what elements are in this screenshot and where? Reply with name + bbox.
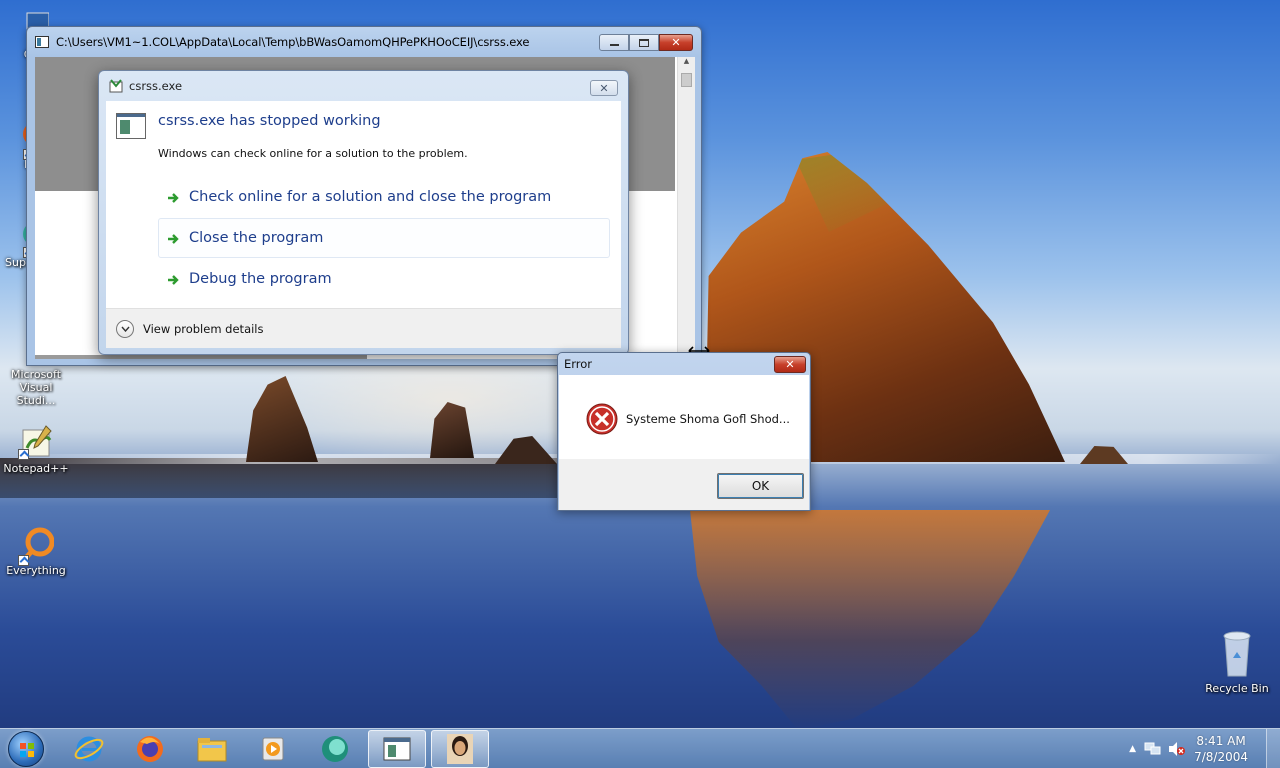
show-desktop-button[interactable] — [1266, 729, 1280, 768]
taskbar-firefox[interactable] — [121, 730, 179, 768]
console-title: C:\Users\VM1~1.COL\AppData\Local\Temp\bB… — [56, 35, 530, 49]
dialog-footer: View problem details — [106, 308, 621, 348]
dialog-heading: csrss.exe has stopped working — [158, 113, 381, 129]
close-button[interactable]: ✕ — [659, 34, 693, 51]
option-label: Check online for a solution and close th… — [189, 189, 552, 205]
minimize-button[interactable] — [599, 34, 629, 51]
stopped-working-dialog[interactable]: csrss.exe ✕ csrss.exe has stopped workin… — [98, 70, 629, 355]
chevron-down-icon[interactable] — [116, 319, 134, 338]
error-dialog-body: Systeme Shoma Gofl Shod... — [559, 375, 809, 459]
vertical-scrollbar[interactable]: ▲ — [677, 57, 695, 359]
desktop-icon-label: Notepad++ — [3, 462, 69, 475]
wer-app-icon — [109, 79, 123, 93]
taskbar: ▲ 8:41 AM 7/8/2004 — [0, 728, 1280, 768]
start-button[interactable] — [4, 730, 48, 768]
scroll-thumb[interactable] — [681, 73, 692, 87]
firefox-icon — [137, 736, 163, 762]
taskbar-console-window[interactable] — [368, 730, 426, 768]
taskbar-file-explorer[interactable] — [183, 730, 241, 768]
clock-time: 8:41 AM — [1196, 734, 1246, 748]
arrow-right-icon — [168, 193, 179, 203]
option-label: Close the program — [189, 230, 324, 246]
explorer-folder-icon — [197, 738, 227, 762]
desktop-icon-recycle-bin[interactable]: Recycle Bin — [1200, 630, 1274, 695]
debug-program-option[interactable]: Debug the program — [158, 259, 610, 299]
scroll-up-icon[interactable]: ▲ — [678, 57, 695, 71]
show-hidden-icons-icon[interactable]: ▲ — [1129, 744, 1136, 754]
arrow-right-icon — [168, 275, 179, 285]
everything-search-icon — [18, 526, 55, 566]
wallpaper-rock-reflection — [690, 510, 1050, 730]
option-label: Debug the program — [189, 271, 332, 287]
close-program-option[interactable]: Close the program — [158, 218, 610, 258]
taskbar-chat-app[interactable] — [306, 730, 364, 768]
chat-app-icon — [322, 736, 348, 762]
close-icon: ✕ — [671, 36, 681, 49]
internet-explorer-icon — [74, 736, 104, 762]
maximize-icon — [639, 38, 649, 47]
desktop-icon-label: Recycle Bin — [1205, 682, 1269, 695]
horizontal-scrollbar[interactable] — [35, 355, 367, 359]
recycle-bin-icon — [1219, 630, 1255, 680]
taskbar-internet-explorer[interactable] — [60, 730, 118, 768]
check-online-option[interactable]: Check online for a solution and close th… — [158, 177, 610, 217]
arrow-right-icon — [168, 234, 179, 244]
close-icon: ✕ — [599, 81, 609, 95]
taskbar-clock[interactable]: 8:41 AM 7/8/2004 — [1194, 733, 1248, 765]
taskbar-media-player[interactable] — [244, 730, 302, 768]
ok-button[interactable]: OK — [717, 473, 804, 499]
desktop-icon-everything[interactable]: Everything — [0, 526, 73, 577]
console-app-icon — [383, 737, 411, 761]
dialog-body: csrss.exe has stopped working Windows ca… — [106, 101, 621, 348]
close-icon: ✕ — [785, 358, 795, 371]
error-message: Systeme Shoma Gofl Shod... — [626, 412, 790, 426]
error-close-button[interactable]: ✕ — [774, 356, 806, 373]
wallpaper-beach — [0, 458, 560, 498]
minimize-icon — [609, 44, 619, 46]
windows-logo-icon — [8, 731, 44, 767]
program-icon — [116, 113, 146, 139]
notepad-plus-plus-icon — [18, 424, 54, 460]
error-icon — [586, 403, 618, 435]
dialog-titlebar[interactable]: csrss.exe — [99, 71, 628, 101]
user-photo-icon — [447, 734, 473, 764]
console-app-icon — [35, 36, 49, 48]
media-player-icon — [262, 737, 284, 761]
error-dialog[interactable]: Error ✕ Systeme Shoma Gofl Shod... OK — [557, 352, 811, 511]
error-button-bar: OK — [559, 459, 809, 510]
clock-date: 7/8/2004 — [1194, 750, 1248, 764]
dialog-close-button[interactable]: ✕ — [590, 80, 618, 96]
error-dialog-title: Error — [564, 357, 593, 371]
network-icon[interactable] — [1144, 741, 1162, 757]
desktop-icon-notepad-plus-plus[interactable]: Notepad++ — [0, 424, 73, 475]
maximize-button[interactable] — [629, 34, 659, 51]
taskbar-user-app[interactable] — [431, 730, 489, 768]
dialog-subtext: Windows can check online for a solution … — [158, 147, 468, 160]
view-problem-details-link[interactable]: View problem details — [143, 322, 264, 336]
volume-muted-icon[interactable] — [1168, 741, 1186, 757]
desktop-icon-label: Microsoft Visual Studi... — [10, 368, 62, 407]
dialog-title: csrss.exe — [129, 79, 183, 93]
system-tray: ▲ 8:41 AM 7/8/2004 — [1129, 729, 1280, 768]
